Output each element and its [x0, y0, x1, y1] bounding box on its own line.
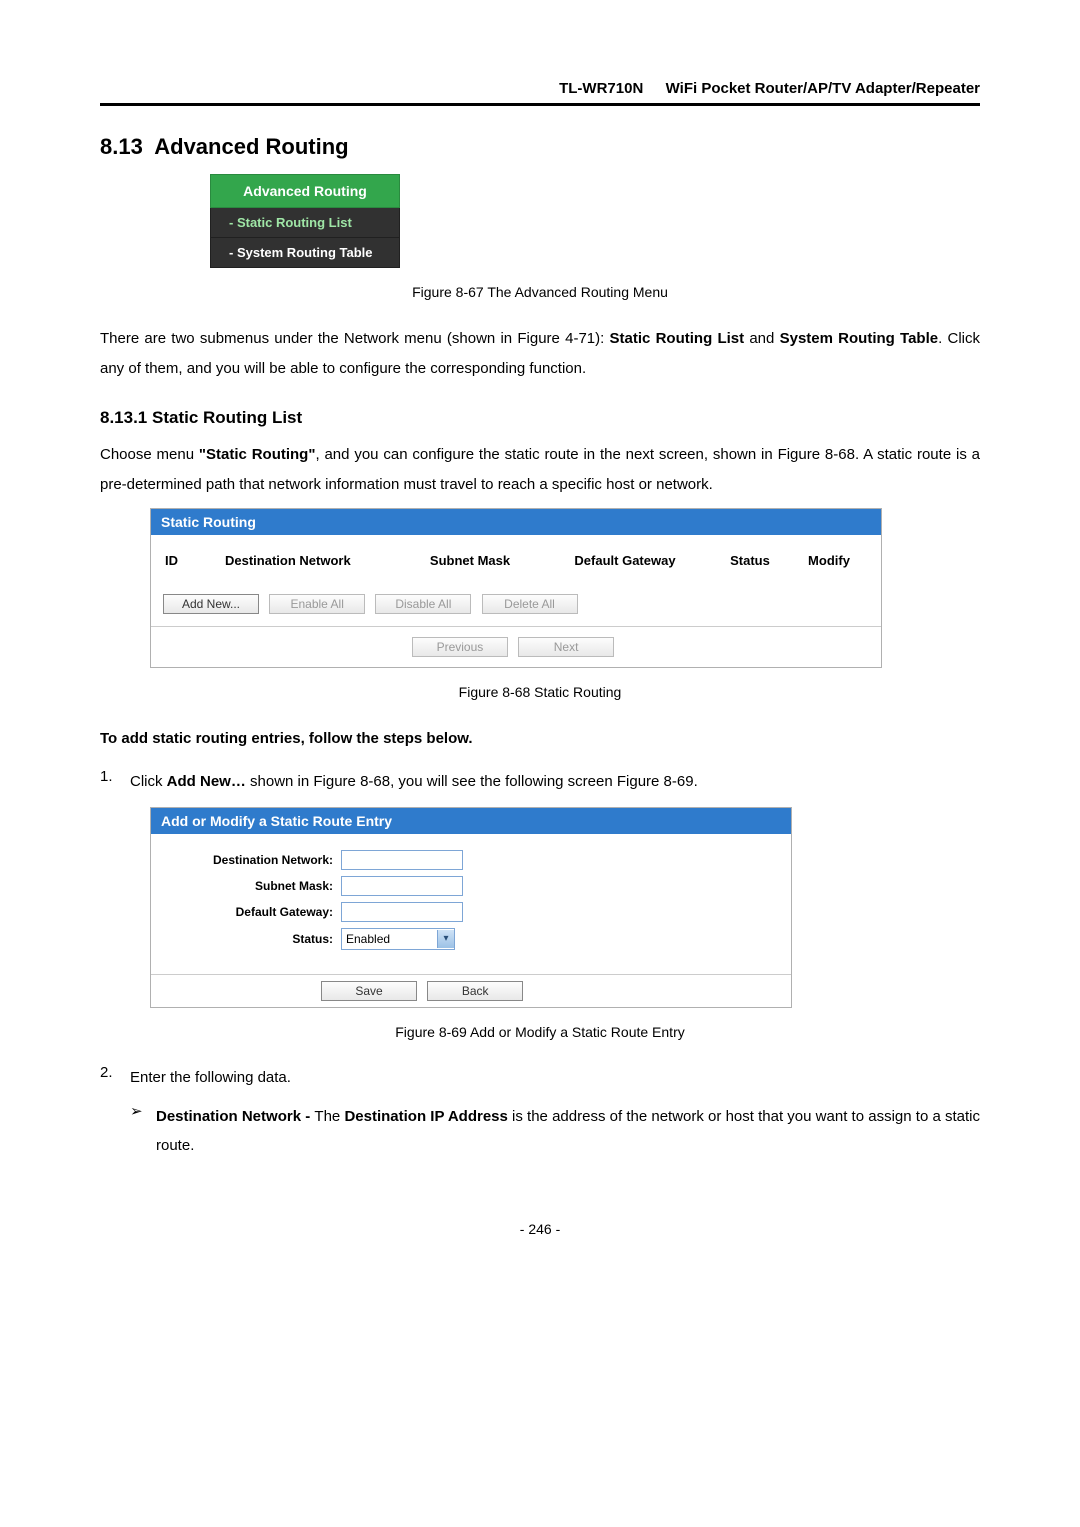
- panel2-title: Add or Modify a Static Route Entry: [151, 808, 791, 834]
- menu-item-static-routing-list[interactable]: - Static Routing List: [210, 208, 400, 238]
- product-name: WiFi Pocket Router/AP/TV Adapter/Repeate…: [666, 80, 980, 97]
- figure-caption-static: Figure 8-68 Static Routing: [100, 684, 980, 700]
- arrow-bullet-icon: ➢: [130, 1102, 156, 1161]
- select-status-value: Enabled: [346, 932, 390, 946]
- save-button[interactable]: Save: [321, 981, 417, 1001]
- button-row: Add New... Enable All Disable All Delete…: [163, 592, 869, 616]
- intro-paragraph: There are two submenus under the Network…: [100, 324, 980, 384]
- panel-title: Static Routing: [151, 509, 881, 535]
- figure-caption-modify: Figure 8-69 Add or Modify a Static Route…: [100, 1024, 980, 1040]
- next-button[interactable]: Next: [518, 637, 614, 657]
- add-modify-panel: Add or Modify a Static Route Entry Desti…: [150, 807, 792, 1008]
- add-instructions-heading: To add static routing entries, follow th…: [100, 724, 980, 754]
- back-button[interactable]: Back: [427, 981, 523, 1001]
- chevron-down-icon: ▾: [437, 930, 454, 948]
- col-destination-network: Destination Network: [225, 553, 395, 568]
- step-2: 2. Enter the following data.: [100, 1064, 980, 1093]
- label-default-gateway: Default Gateway:: [163, 905, 341, 919]
- label-destination-network: Destination Network:: [163, 853, 341, 867]
- doc-header: TL-WR710N WiFi Pocket Router/AP/TV Adapt…: [100, 80, 980, 106]
- srl-paragraph: Choose menu "Static Routing", and you ca…: [100, 440, 980, 500]
- static-routing-panel: Static Routing ID Destination Network Su…: [150, 508, 882, 668]
- select-status[interactable]: Enabled ▾: [341, 928, 455, 950]
- col-subnet-mask: Subnet Mask: [395, 553, 545, 568]
- input-subnet-mask[interactable]: [341, 876, 463, 896]
- menu-header: Advanced Routing: [210, 174, 400, 208]
- add-new-button[interactable]: Add New...: [163, 594, 259, 614]
- label-subnet-mask: Subnet Mask:: [163, 879, 341, 893]
- model-number: TL-WR710N: [559, 80, 643, 97]
- nav-menu: Advanced Routing - Static Routing List -…: [210, 174, 400, 268]
- input-destination-network[interactable]: [341, 850, 463, 870]
- sub-bullet-destination-network: ➢ Destination Network - The Destination …: [130, 1102, 980, 1161]
- list-number: 2.: [100, 1064, 130, 1093]
- panel-footer: Previous Next: [151, 626, 881, 667]
- step-1: 1. Click Add New… shown in Figure 8-68, …: [100, 768, 980, 797]
- disable-all-button[interactable]: Disable All: [375, 594, 471, 614]
- list-number: 1.: [100, 768, 130, 797]
- menu-item-system-routing-table[interactable]: - System Routing Table: [210, 238, 400, 268]
- col-status: Status: [705, 553, 795, 568]
- label-status: Status:: [163, 932, 341, 946]
- col-id: ID: [165, 553, 225, 568]
- input-default-gateway[interactable]: [341, 902, 463, 922]
- enable-all-button[interactable]: Enable All: [269, 594, 365, 614]
- figure-caption-menu: Figure 8-67 The Advanced Routing Menu: [100, 284, 980, 300]
- section-heading: 8.13 Advanced Routing: [100, 134, 980, 160]
- col-modify: Modify: [795, 553, 863, 568]
- previous-button[interactable]: Previous: [412, 637, 508, 657]
- delete-all-button[interactable]: Delete All: [482, 594, 578, 614]
- col-default-gateway: Default Gateway: [545, 553, 705, 568]
- page-number: - 246 -: [100, 1221, 980, 1237]
- subsection-heading: 8.13.1 Static Routing List: [100, 408, 980, 428]
- table-header-row: ID Destination Network Subnet Mask Defau…: [163, 549, 869, 592]
